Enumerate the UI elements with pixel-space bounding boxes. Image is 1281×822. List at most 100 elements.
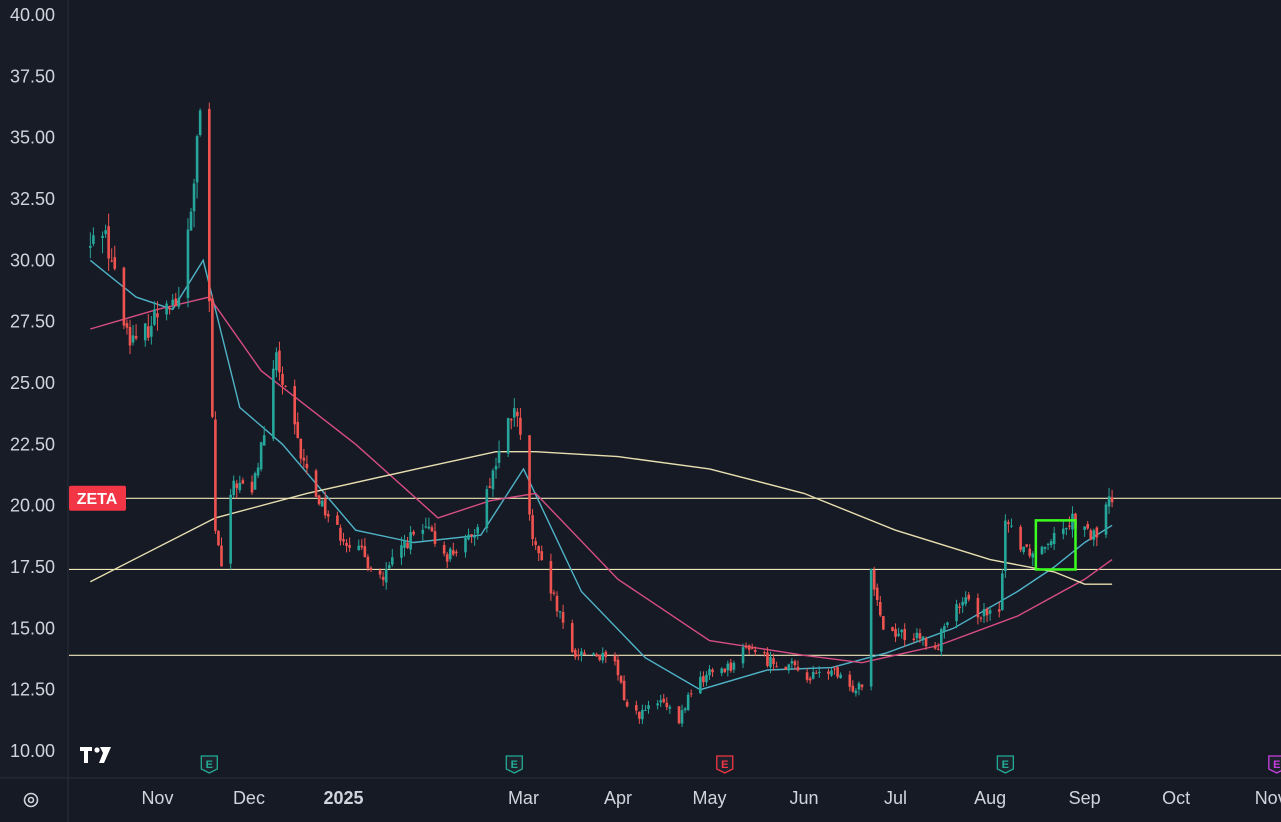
candle-body xyxy=(509,419,513,421)
y-tick-label: 20.00 xyxy=(10,496,55,516)
candle-body xyxy=(519,417,522,435)
candle-body xyxy=(555,595,559,612)
candle-body xyxy=(378,570,382,575)
candle-body xyxy=(485,489,489,529)
candle-body xyxy=(238,482,242,491)
candle-body xyxy=(360,545,364,548)
candle-body xyxy=(168,307,171,310)
candle-body xyxy=(924,638,928,647)
candle-body xyxy=(891,627,894,631)
candle-body xyxy=(875,587,879,601)
candle-body xyxy=(89,245,92,248)
candle-body xyxy=(592,653,595,655)
candle-body xyxy=(988,610,992,614)
candle-body xyxy=(869,568,873,687)
candle-body xyxy=(854,690,858,694)
candle-body xyxy=(299,438,303,459)
candle-body xyxy=(348,545,351,548)
candle-body xyxy=(189,211,193,231)
candle-body xyxy=(811,671,815,679)
candle-body xyxy=(976,598,980,618)
candle-body xyxy=(131,335,135,343)
candle-body xyxy=(272,368,275,439)
candle-body xyxy=(296,421,300,439)
candle-body xyxy=(1095,527,1099,538)
candle-body xyxy=(689,693,693,695)
candle-body xyxy=(918,633,922,639)
x-tick-label: May xyxy=(692,788,726,808)
x-tick-label: Jun xyxy=(790,788,819,808)
candle-body xyxy=(488,486,492,488)
candle-body xyxy=(1092,530,1096,540)
candle-body xyxy=(424,526,428,528)
candle-body xyxy=(830,670,833,676)
candle-body xyxy=(705,674,708,683)
candle-body xyxy=(534,541,537,545)
candle-body xyxy=(211,298,214,417)
candle-body xyxy=(412,531,415,535)
candle-body xyxy=(195,136,199,183)
candle-body xyxy=(217,530,220,546)
candle-body xyxy=(897,633,900,636)
candle-body xyxy=(677,706,681,724)
x-tick-label: Nov xyxy=(1255,788,1281,808)
chart-background xyxy=(0,0,1281,822)
earnings-marker[interactable]: E xyxy=(1268,755,1281,774)
candle-body xyxy=(720,668,723,674)
candle-body xyxy=(400,545,403,558)
candle-body xyxy=(982,609,986,617)
candle-body xyxy=(259,442,263,470)
candle-body xyxy=(732,662,736,670)
candle-body xyxy=(561,612,565,623)
y-tick-label: 35.00 xyxy=(10,128,55,148)
earnings-marker-label: E xyxy=(206,759,213,771)
candle-body xyxy=(644,710,647,712)
stock-chart[interactable]: 40.00 37.50 35.00 32.50 30.00 27.50 25.00 22.50… xyxy=(0,0,1281,822)
candle-body xyxy=(384,569,388,583)
candle-body xyxy=(101,235,104,239)
earnings-marker[interactable]: E xyxy=(505,755,523,774)
candle-body xyxy=(936,648,940,650)
earnings-marker[interactable]: E xyxy=(716,755,734,774)
candle-body xyxy=(1065,527,1068,530)
candle-body xyxy=(473,536,476,538)
candle-body xyxy=(711,669,714,673)
candle-body xyxy=(769,657,772,668)
x-tick-label: Aug xyxy=(974,788,1006,808)
candle-body xyxy=(580,651,583,656)
candle-body xyxy=(147,326,150,338)
candle-body xyxy=(1046,543,1050,545)
candle-body xyxy=(1110,497,1114,503)
candle-body xyxy=(1001,573,1004,610)
candle-body xyxy=(787,664,791,671)
candle-body xyxy=(198,110,202,136)
candle-body xyxy=(241,480,245,484)
candle-body xyxy=(336,515,339,525)
candle-body xyxy=(625,701,629,707)
candle-body xyxy=(1010,525,1013,527)
candle-body xyxy=(476,527,479,534)
x-tick-label: Nov xyxy=(141,788,173,808)
candle-body xyxy=(1062,528,1065,535)
candle-body xyxy=(110,260,113,262)
candle-body xyxy=(635,705,638,711)
ticker-label[interactable]: ZETA xyxy=(69,485,126,511)
x-tick-label: Sep xyxy=(1069,788,1101,808)
candle-body xyxy=(964,597,967,604)
candle-body xyxy=(143,323,147,341)
candle-body xyxy=(150,325,153,337)
earnings-marker-label: E xyxy=(1273,759,1280,771)
earnings-marker[interactable]: E xyxy=(200,755,218,774)
candle-body xyxy=(284,385,287,387)
candle-body xyxy=(747,645,751,650)
candle-body xyxy=(253,473,257,490)
candle-body xyxy=(616,659,620,676)
candle-body xyxy=(1022,546,1025,552)
candle-body xyxy=(790,661,794,664)
candle-body xyxy=(448,548,452,560)
x-tick-label: 2025 xyxy=(323,788,363,808)
candle-body xyxy=(406,542,409,549)
candle-body xyxy=(366,556,370,569)
earnings-marker[interactable]: E xyxy=(996,755,1014,774)
candle-body xyxy=(235,483,239,489)
